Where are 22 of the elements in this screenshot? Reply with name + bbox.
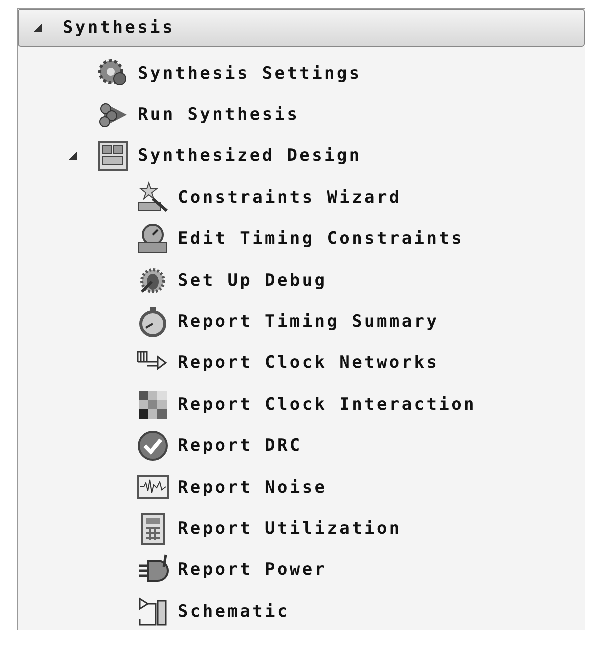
tree-item[interactable]: Synthesis Settings bbox=[138, 64, 362, 84]
tree-item[interactable]: Run Synthesis bbox=[138, 105, 300, 126]
tree-item[interactable]: Report DRC bbox=[178, 436, 302, 456]
tree-item[interactable]: Report Clock Interaction bbox=[178, 394, 476, 415]
wand-star-icon bbox=[136, 180, 170, 215]
tree-item[interactable]: Constraints Wizard bbox=[178, 188, 402, 208]
tree-item[interactable]: Set Up Debug bbox=[178, 270, 328, 291]
section-title: Synthesis bbox=[63, 18, 175, 38]
collapse-arrow-icon[interactable] bbox=[33, 23, 43, 33]
section-header[interactable]: Synthesis bbox=[18, 9, 585, 47]
stopwatch-ruler-icon bbox=[136, 222, 170, 256]
checkmark-icon bbox=[136, 429, 170, 464]
collapse-arrow-icon[interactable] bbox=[68, 151, 78, 162]
tree-item[interactable]: Report Utilization bbox=[178, 518, 402, 539]
tree-item[interactable]: Edit Timing Constraints bbox=[178, 229, 464, 250]
layout-icon bbox=[96, 139, 130, 174]
tree-item[interactable]: Report Power bbox=[178, 560, 328, 580]
tree-item[interactable]: Report Noise bbox=[178, 478, 328, 498]
tree-item[interactable]: Report Timing Summary bbox=[178, 312, 440, 332]
tree-item[interactable]: Report Clock Networks bbox=[178, 353, 440, 374]
tree-item[interactable]: Synthesized Design bbox=[138, 146, 362, 166]
tree-item[interactable]: Schematic bbox=[178, 602, 290, 622]
